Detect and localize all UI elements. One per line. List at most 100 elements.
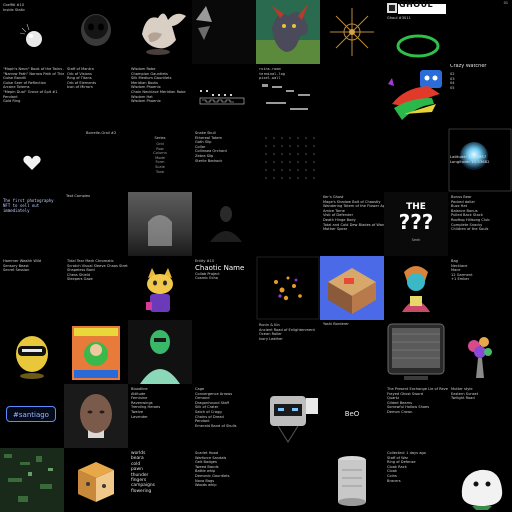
- white-blob-tile[interactable]: [448, 448, 512, 512]
- skull-art: [81, 14, 111, 46]
- loot-list-tile[interactable]: Bonus Bear Packed dollar Buzz Hat Balanc…: [448, 192, 512, 256]
- loot-list-tile[interactable]: Tidal Tear Mark Chromatic Scratch Visual…: [64, 256, 128, 320]
- flower-art: [468, 337, 492, 378]
- crazy-watcher-detail-tile[interactable]: Crazy Watcher 02 03 04 05: [448, 64, 512, 128]
- pixel-ruins-tile[interactable]: ruins-room terminal-log pixel-wall: [256, 64, 320, 128]
- beo-text: BeO: [344, 410, 360, 418]
- series-list-tile[interactable]: Series Grid Row Column Mode Form Scale T…: [128, 128, 192, 192]
- loot-list-tile[interactable]: The Present Exchange Lie of Reversion Fr…: [384, 384, 448, 448]
- ornate-pattern-tile[interactable]: [320, 0, 384, 64]
- room-art: [320, 256, 384, 320]
- painted-figure-tile[interactable]: [384, 256, 448, 320]
- empty-tile[interactable]: [256, 448, 320, 512]
- dark-label-tile[interactable]: Borrelle-Grail #2: [64, 128, 128, 192]
- poster-art: [72, 326, 120, 380]
- series-item: Tone: [155, 169, 165, 174]
- loot-list: Staff of Mantra Orb of Visions Ring of T…: [67, 67, 126, 90]
- tile-text: Ghoul #3011: [387, 16, 411, 20]
- watcher-item: 02: [450, 72, 455, 76]
- pixel-robot-tile[interactable]: Ronin & Kin Ancient Road of Enlightenmen…: [256, 320, 320, 384]
- heart-tile[interactable]: [0, 128, 64, 192]
- dot-grid-tile[interactable]: [256, 128, 320, 192]
- green-portrait-tile[interactable]: [128, 320, 192, 384]
- loot-list: Collected: 1 days ago Staff of War Ring …: [387, 451, 446, 483]
- loot-list-tile[interactable]: Scarlet Hood Warforce Sandals Gelt Badge…: [192, 448, 256, 512]
- loot-list-tile[interactable]: Cage Convergence Arrows Ormond Dragonhou…: [192, 384, 256, 448]
- loot-list-tile[interactable]: Wisdom Robe Champion Gauntlets Silk Medi…: [128, 64, 192, 128]
- white-stone-tile[interactable]: [192, 0, 256, 64]
- entity-list: Entity #10 Chaotic Name Collab Project C…: [195, 259, 254, 281]
- beo-tile[interactable]: BeO: [320, 384, 384, 448]
- green-noise-tile[interactable]: [0, 448, 64, 512]
- loot-item: Demon Crown: [387, 409, 413, 414]
- photo-nft-tile[interactable]: The first photography NFT to sell out im…: [0, 192, 64, 256]
- helmet-art: [16, 336, 48, 379]
- portrait-art: [128, 320, 192, 384]
- mystery-tile[interactable]: THE ??? Seek: [384, 192, 448, 256]
- loot-list-tile[interactable]: Snake Skull Ethereal Totem Goth Slip Col…: [192, 128, 256, 192]
- loot-list: Bonus Bear Packed dollar Buzz Hat Balanc…: [451, 195, 510, 232]
- helmet-robot-tile[interactable]: [0, 320, 64, 384]
- gray-fog-tile[interactable]: [128, 192, 192, 256]
- empty-tile[interactable]: [384, 128, 448, 192]
- cartoon-cat-tile[interactable]: [128, 256, 192, 320]
- pegasus-tile[interactable]: [128, 0, 192, 64]
- loot-list-tile[interactable]: Hammer Wealth Wild Sensory Beast Secret …: [0, 256, 64, 320]
- dark-bust-tile[interactable]: [192, 192, 256, 256]
- username-badge[interactable]: #santiago: [6, 406, 56, 422]
- poster-art-tile[interactable]: [64, 320, 128, 384]
- handle-badge-tile[interactable]: #santiago: [0, 384, 64, 448]
- heart-icon: [23, 155, 41, 170]
- entity-item: Chaotic Name: [195, 263, 245, 272]
- loot-list-tile[interactable]: Staff of Mantra Orb of Visions Ring of T…: [64, 64, 128, 128]
- loot-item: Chain Necklace Meridian Robe: [131, 89, 186, 94]
- flower-sculpture-tile[interactable]: [448, 320, 512, 384]
- empty-tile[interactable]: [192, 320, 256, 384]
- loot-list: Snake Skull Ethereal Totem Goth Slip Col…: [195, 131, 254, 163]
- portrait-photo-tile[interactable]: [64, 384, 128, 448]
- dark-skull-tile[interactable]: [64, 0, 128, 64]
- colorful-creature-tile[interactable]: [384, 64, 448, 128]
- crazy-watcher-tile[interactable]: 01: [448, 0, 512, 64]
- loot-item: Twilight Road: [451, 396, 475, 401]
- figure-art: [402, 266, 430, 312]
- graffiti-art: [19, 23, 42, 47]
- loot-list-tile[interactable]: Collected: 1 days ago Staff of War Ring …: [384, 448, 448, 512]
- pixel-terminal-tile[interactable]: [192, 64, 256, 128]
- loot-list: Wisdom Robe Champion Gauntlets Silk Medi…: [131, 67, 190, 104]
- fog-art: [128, 192, 192, 256]
- longitude-readout: Longitude: 11.53682: [450, 159, 490, 164]
- word-list-tile[interactable]: worlds beara cold pawn thunder fingers c…: [128, 448, 192, 512]
- loot-list: Bag Necklace Mace 12 Garment +1 Ember: [451, 259, 510, 282]
- dot-grid-art: [265, 137, 315, 179]
- loot-list-tile[interactable]: Mutter style Eastern Sunset Twilight Roa…: [448, 384, 512, 448]
- label-tile[interactable]: Yoshi Borderer: [320, 320, 384, 384]
- loot-item: "Moph's Neon" Book of the Twins #1: [3, 67, 64, 71]
- robot-face-art: [270, 396, 318, 443]
- ghoul-tile[interactable]: GHOUL Ghoul #3011: [384, 0, 448, 64]
- loot-list-tile[interactable]: "Moph's Neon" Book of the Twins #1 "Narr…: [0, 64, 64, 128]
- photo-nft-text: The first photography NFT to sell out im…: [3, 198, 54, 213]
- graffiti-tile[interactable]: Graffiti #10 Inside Static: [0, 0, 64, 64]
- empty-tile[interactable]: [320, 64, 384, 128]
- loot-list-tile[interactable]: Bag Necklace Mace 12 Garment +1 Ember: [448, 256, 512, 320]
- isometric-room-tile[interactable]: [320, 256, 384, 320]
- loot-list-tile[interactable]: Ker's Ghost Mage's Shadow Bolt of Chaost…: [320, 192, 384, 256]
- cat-art: [146, 268, 173, 312]
- loot-item: "Mepin Dual" Grove of Spit #1: [3, 89, 58, 94]
- cube-tile[interactable]: [64, 448, 128, 512]
- text-complex-tile[interactable]: Text Complex: [64, 192, 128, 256]
- static-tv-tile[interactable]: [384, 320, 448, 384]
- robot-face-tile[interactable]: [256, 384, 320, 448]
- empty-tile[interactable]: [256, 192, 320, 256]
- scatter-sparks-tile[interactable]: [256, 256, 320, 320]
- canister-tile[interactable]: [320, 448, 384, 512]
- tile-text: Text Complex: [66, 194, 91, 198]
- empty-tile[interactable]: [320, 128, 384, 192]
- entity-card-tile[interactable]: Entity #10 Chaotic Name Collab Project C…: [192, 256, 256, 320]
- pixel-wall-art: [199, 90, 245, 105]
- ronin-list: Ronin & Kin Ancient Road of Enlightenmen…: [259, 323, 318, 341]
- dragon-tile[interactable]: [256, 0, 320, 64]
- loot-list-tile[interactable]: Bloodline Attitude Feminine Ravenwings T…: [128, 384, 192, 448]
- loot-item: Sleepers Gaze: [67, 277, 93, 282]
